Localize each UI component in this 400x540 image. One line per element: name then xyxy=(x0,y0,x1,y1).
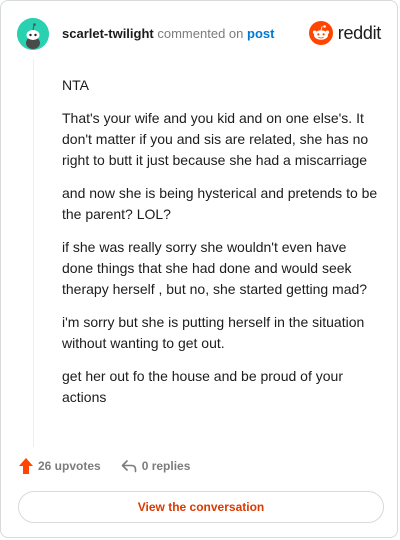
reddit-logo[interactable]: reddit xyxy=(308,21,382,45)
comment-paragraph: NTA xyxy=(62,77,89,93)
comment-header: scarlet-twilight commented on post reddi… xyxy=(17,17,381,51)
comment-meta: scarlet-twilight commented on post xyxy=(62,26,274,42)
post-link[interactable]: post xyxy=(247,26,274,41)
reddit-snoo-icon xyxy=(308,21,333,45)
comment-paragraph: if she was really sorry she wouldn't eve… xyxy=(62,239,368,297)
comment-paragraph: get her out fo the house and be proud of… xyxy=(62,368,343,405)
thread-line xyxy=(33,59,34,447)
comment-body: NTA That's your wife and you kid and on … xyxy=(62,75,380,420)
comment-embed-card: scarlet-twilight commented on post reddi… xyxy=(0,0,398,538)
comment-paragraph: i'm sorry but she is putting herself in … xyxy=(62,314,365,351)
upvote-arrow-icon xyxy=(19,458,33,474)
snoo-avatar-icon[interactable] xyxy=(17,18,49,50)
reply-count: 0 replies xyxy=(141,459,191,473)
upvote-button[interactable]: 26 upvotes xyxy=(18,457,101,475)
replies-button[interactable]: 0 replies xyxy=(121,459,191,473)
comment-paragraph: That's your wife and you kid and on one … xyxy=(62,110,369,168)
reddit-wordmark: reddit xyxy=(337,22,382,43)
username-link[interactable]: scarlet-twilight xyxy=(62,26,154,41)
comment-actions: 26 upvotes 0 replies xyxy=(18,457,190,475)
comment-paragraph: and now she is being hysterical and pret… xyxy=(62,185,378,222)
view-conversation-button[interactable]: View the conversation xyxy=(18,491,384,523)
reply-arrow-icon xyxy=(121,460,137,473)
upvote-count: 26 upvotes xyxy=(38,459,101,473)
commented-on-text: commented on xyxy=(157,26,244,41)
